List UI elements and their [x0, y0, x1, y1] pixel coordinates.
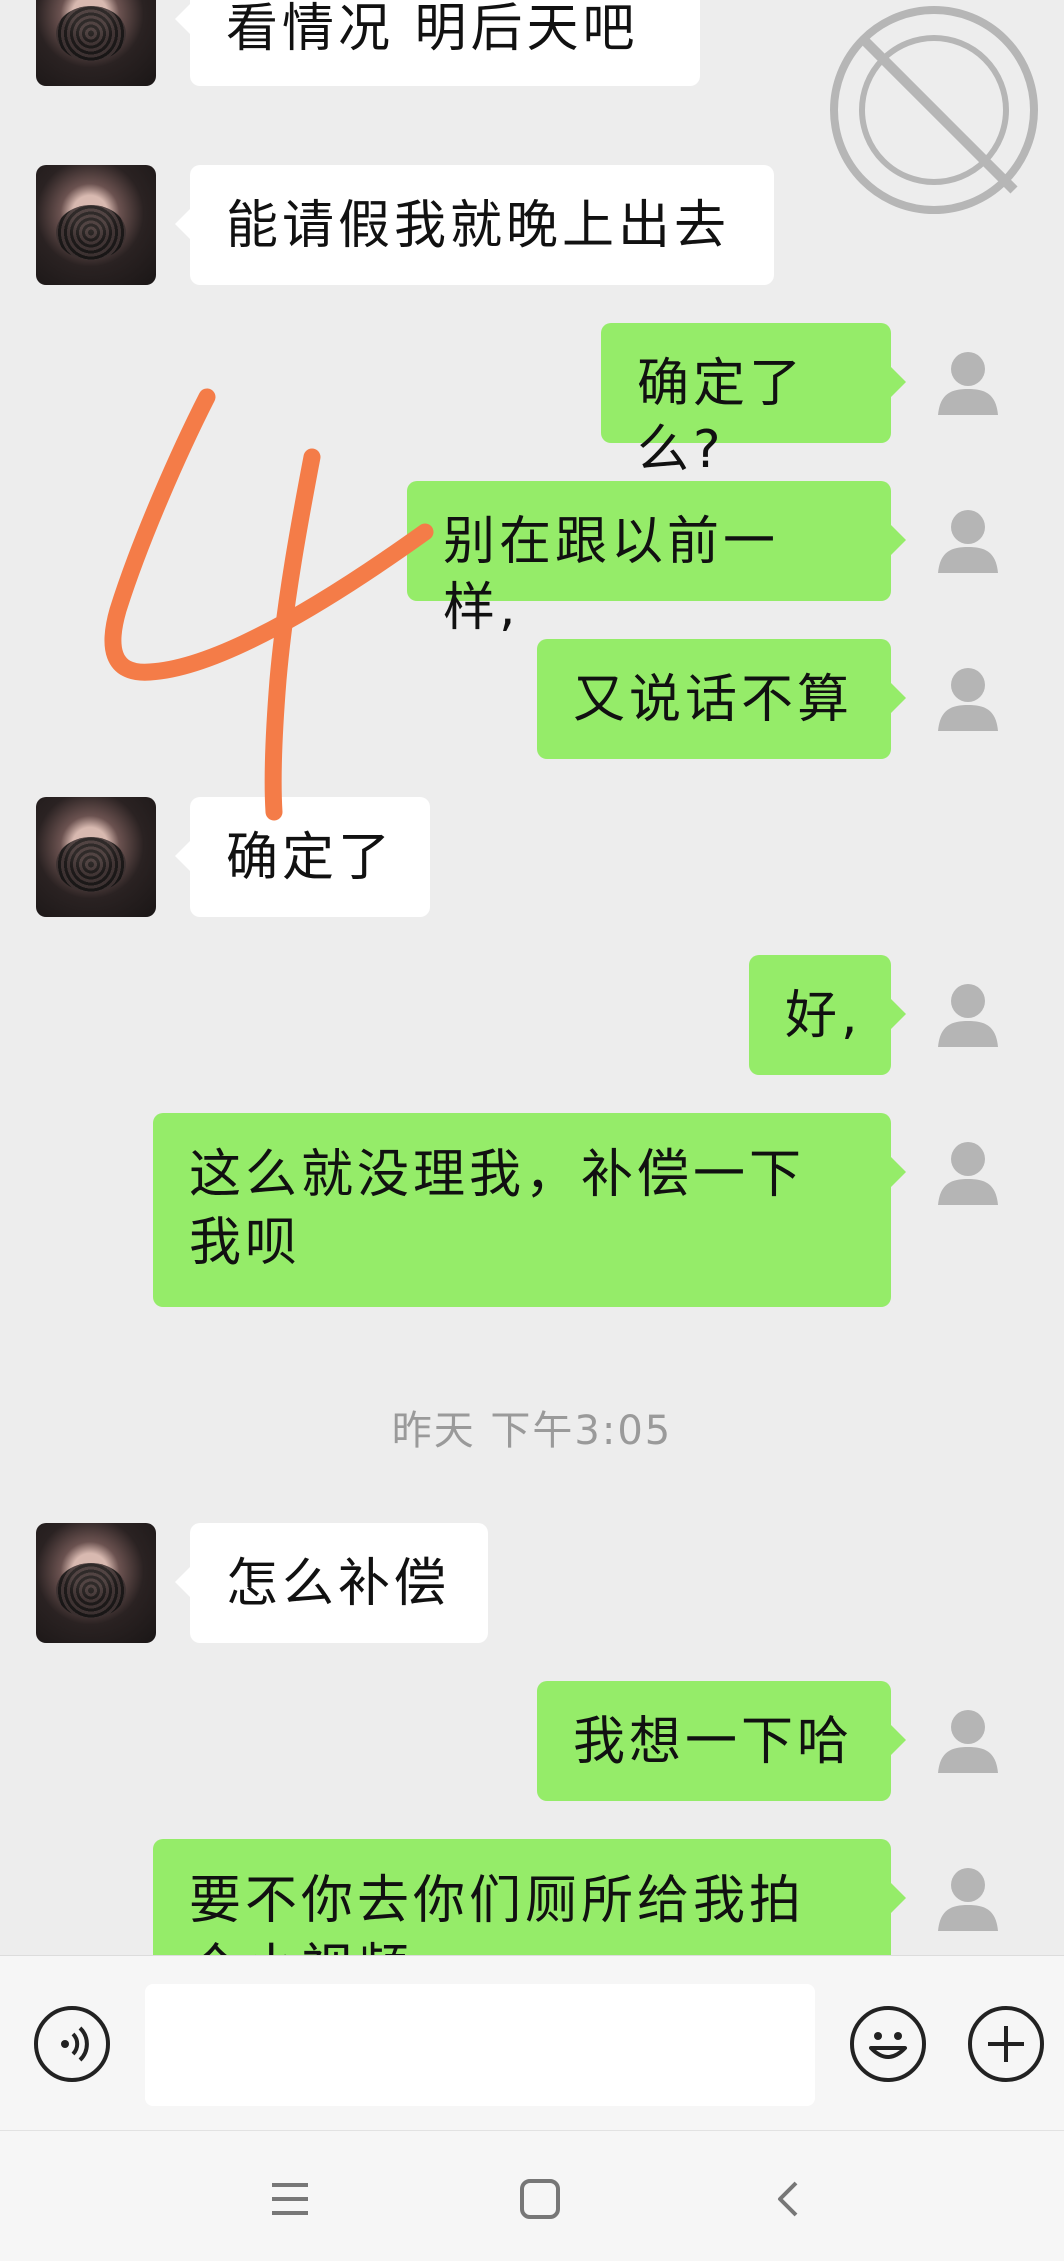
message-bubble-outgoing[interactable]: 我想一下哈 — [537, 1681, 906, 1801]
user-avatar[interactable] — [908, 639, 1028, 759]
plus-icon — [988, 2026, 1024, 2062]
default-avatar-icon — [938, 1868, 998, 1931]
default-avatar-icon — [938, 1142, 998, 1205]
message-input[interactable] — [145, 1984, 815, 2106]
contact-avatar[interactable] — [36, 1523, 156, 1643]
voice-icon — [61, 2026, 89, 2062]
user-avatar[interactable] — [908, 1681, 1028, 1801]
message-bubble-incoming[interactable]: 能请假我就晚上出去 — [175, 165, 774, 285]
emoji-button[interactable] — [850, 2006, 926, 2082]
message-bubble-outgoing[interactable]: 这么就没理我，补偿一下我呗 — [153, 1113, 906, 1307]
home-button[interactable] — [510, 2169, 570, 2229]
user-avatar[interactable] — [908, 1113, 1028, 1233]
default-avatar-icon — [938, 668, 998, 731]
user-avatar[interactable] — [908, 323, 1028, 443]
voice-button[interactable] — [34, 2006, 110, 2082]
default-avatar-icon — [938, 510, 998, 573]
default-avatar-icon — [938, 1710, 998, 1773]
message-bubble-incoming[interactable]: 确定了 — [175, 797, 430, 917]
message-bubble-incoming[interactable]: 怎么补偿 — [175, 1523, 488, 1643]
default-avatar-icon — [938, 352, 998, 415]
emoji-icon — [869, 2032, 907, 2059]
default-avatar-icon — [938, 984, 998, 1047]
user-avatar[interactable] — [908, 955, 1028, 1075]
system-nav-bar — [0, 2130, 1064, 2261]
watermark-logo — [830, 6, 1038, 214]
user-avatar[interactable] — [908, 481, 1028, 601]
message-bubble-outgoing[interactable]: 又说话不算 — [537, 639, 906, 759]
message-bubble-incoming[interactable]: 看情况 明后天吧 — [175, 0, 700, 86]
home-icon — [520, 2179, 560, 2219]
message-timestamp: 昨天 下午3:05 — [391, 1408, 673, 1454]
back-icon — [778, 2181, 798, 2217]
plus-button[interactable] — [968, 2006, 1044, 2082]
back-button[interactable] — [760, 2169, 820, 2229]
message-bubble-outgoing[interactable]: 好, — [749, 955, 906, 1075]
contact-avatar[interactable] — [36, 165, 156, 285]
contact-avatar[interactable] — [36, 0, 156, 86]
message-bubble-outgoing[interactable]: 确定了么? — [601, 323, 906, 480]
menu-icon — [272, 2183, 308, 2215]
chat-area[interactable]: 看情况 明后天吧 能请假我就晚上出去 确定了么? 别在跟以前一样, 又说话不算 — [0, 0, 1064, 1955]
message-bubble-outgoing[interactable]: 别在跟以前一样, — [407, 481, 906, 638]
input-bar — [0, 1955, 1064, 2131]
user-avatar[interactable] — [908, 1839, 1028, 1955]
menu-button[interactable] — [260, 2169, 320, 2229]
contact-avatar[interactable] — [36, 797, 156, 917]
message-bubble-outgoing[interactable]: 要不你去你们厕所给我拍个小视频 — [153, 1839, 906, 1955]
